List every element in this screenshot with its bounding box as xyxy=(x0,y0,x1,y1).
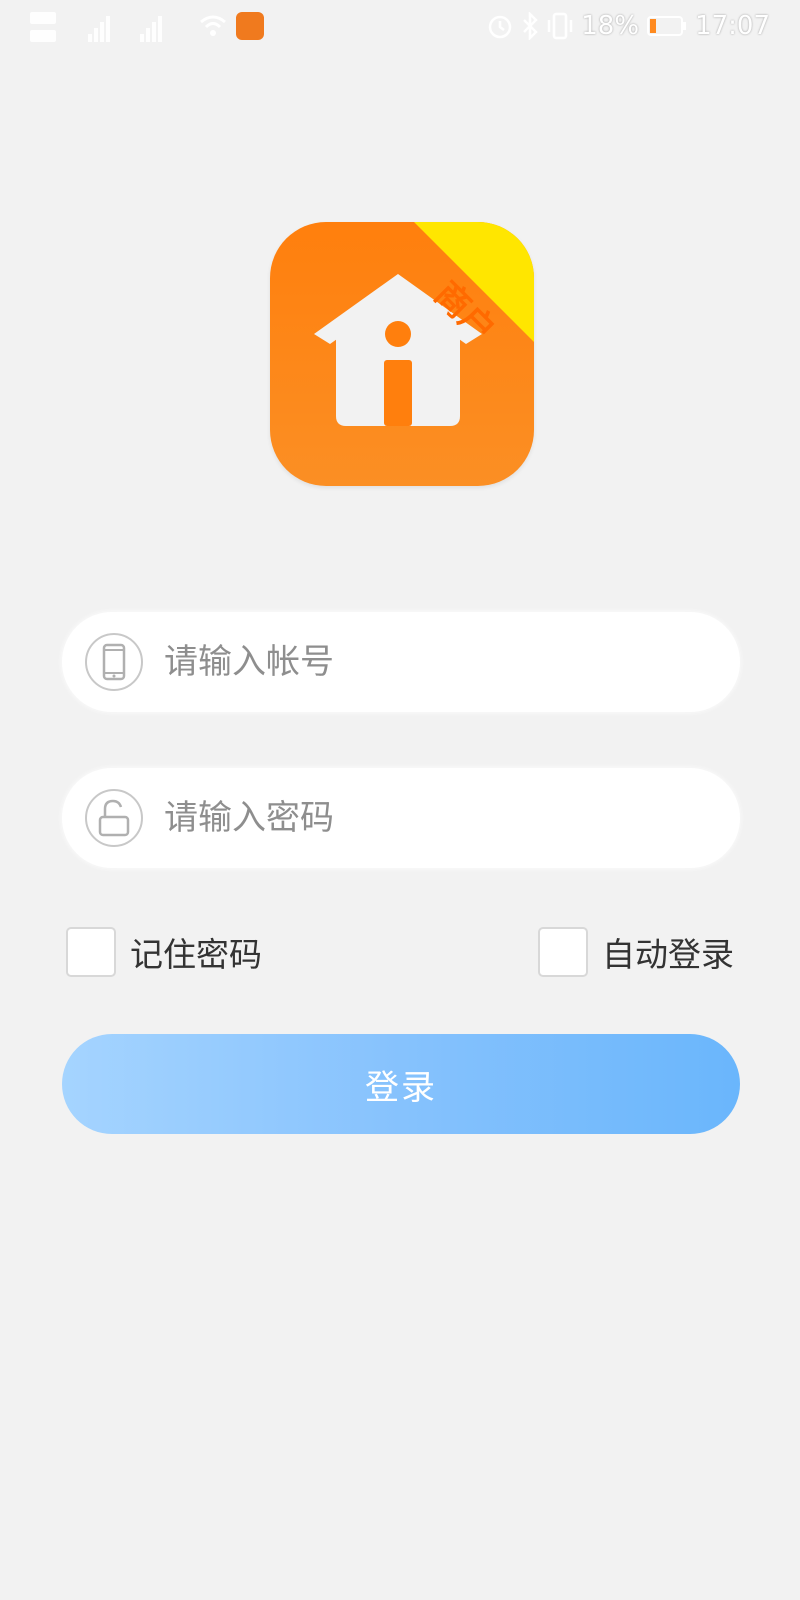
status-bar: 18% 17:07 xyxy=(0,0,800,52)
auto-login-checkbox[interactable] xyxy=(538,927,588,977)
battery-icon xyxy=(647,16,687,36)
alarm-icon xyxy=(489,15,512,39)
wifi-icon xyxy=(200,15,226,36)
bluetooth-icon xyxy=(523,12,539,40)
auto-login-option[interactable]: 自动登录 xyxy=(538,924,734,980)
unlock-icon xyxy=(85,789,143,847)
status-bar-right: 18% 17:07 xyxy=(487,6,770,46)
password-input[interactable] xyxy=(164,788,704,848)
remember-password-option[interactable]: 记住密码 xyxy=(66,924,262,980)
remember-password-label: 记住密码 xyxy=(130,935,262,974)
signal-icon xyxy=(30,12,162,42)
app-logo: 商户 xyxy=(270,222,534,486)
auto-login-label: 自动登录 xyxy=(602,935,734,974)
login-button[interactable]: 登录 xyxy=(62,1034,740,1134)
status-bar-left xyxy=(30,6,264,46)
app-notification-icon xyxy=(236,12,264,40)
clock: 17:07 xyxy=(695,11,770,41)
account-field[interactable] xyxy=(62,612,740,712)
battery-percentage: 18% xyxy=(581,11,640,41)
account-input[interactable] xyxy=(164,632,704,692)
vibrate-icon xyxy=(548,12,573,40)
password-field[interactable] xyxy=(62,768,740,868)
phone-icon xyxy=(85,633,143,691)
remember-password-checkbox[interactable] xyxy=(66,927,116,977)
